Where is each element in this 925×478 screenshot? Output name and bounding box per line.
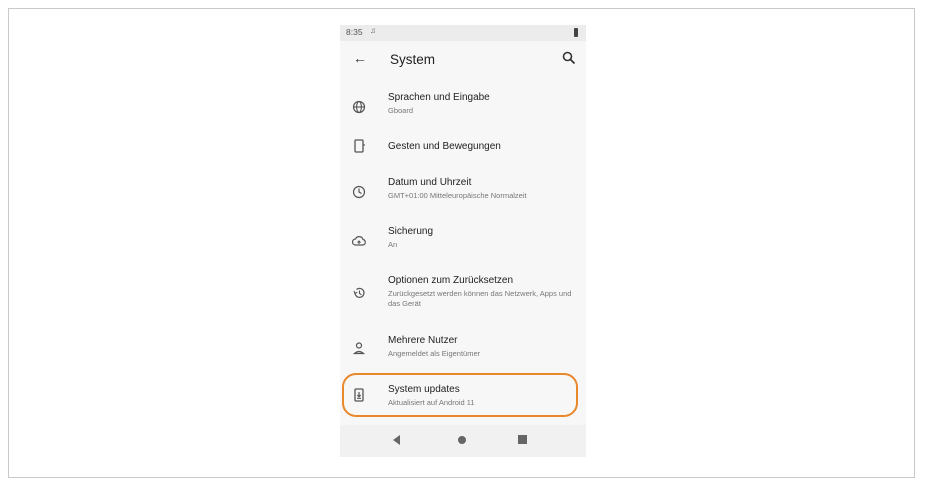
- search-icon[interactable]: [562, 51, 576, 65]
- item-title: Sprachen und Eingabe: [388, 92, 490, 103]
- settings-item-date-time[interactable]: Datum und Uhrzeit GMT+01:00 Mitteleuropä…: [340, 171, 586, 211]
- nav-back-icon[interactable]: [393, 435, 400, 445]
- settings-item-gestures[interactable]: Gesten und Bewegungen: [340, 131, 586, 163]
- cloud-upload-icon: [352, 236, 366, 246]
- restore-icon: [353, 287, 365, 298]
- user-icon: [352, 342, 366, 355]
- item-title: Datum und Uhrzeit: [388, 177, 472, 188]
- item-subtitle: GMT+01:00 Mitteleuropäische Normalzeit: [388, 191, 527, 200]
- settings-item-languages[interactable]: Sprachen und Eingabe Gboard: [340, 87, 586, 127]
- nav-home-icon[interactable]: [458, 436, 466, 444]
- status-time: 8:35: [346, 27, 363, 37]
- settings-item-users[interactable]: Mehrere Nutzer Angemeldet als Eigentümer: [340, 331, 586, 371]
- phone-gesture-icon: [354, 139, 365, 153]
- page-title: System: [390, 52, 436, 67]
- back-arrow-icon[interactable]: ←: [353, 50, 369, 66]
- item-title: Mehrere Nutzer: [388, 335, 458, 346]
- item-title: Sicherung: [388, 226, 434, 237]
- item-subtitle: Gboard: [388, 106, 414, 115]
- status-bar: 8:35 ♫: [340, 25, 586, 41]
- nav-recent-apps-icon[interactable]: [518, 435, 527, 444]
- notification-icon: ♫: [370, 26, 376, 35]
- navigation-bar: [340, 425, 586, 457]
- settings-item-reset[interactable]: Optionen zum Zurücksetzen Zurückgesetzt …: [340, 273, 586, 323]
- settings-item-backup[interactable]: Sicherung An: [340, 223, 586, 263]
- battery-icon: [574, 28, 578, 37]
- item-subtitle: Zurückgesetzt werden können das Netzwerk…: [388, 289, 572, 308]
- item-title: Optionen zum Zurücksetzen: [388, 275, 514, 286]
- item-subtitle: Angemeldet als Eigentümer: [388, 349, 481, 358]
- globe-icon: [352, 100, 366, 114]
- app-bar: ← System: [340, 41, 586, 81]
- item-subtitle: An: [388, 240, 398, 249]
- clock-icon: [352, 185, 366, 199]
- item-title: Gesten und Bewegungen: [388, 141, 501, 152]
- highlight-outline: [342, 373, 578, 417]
